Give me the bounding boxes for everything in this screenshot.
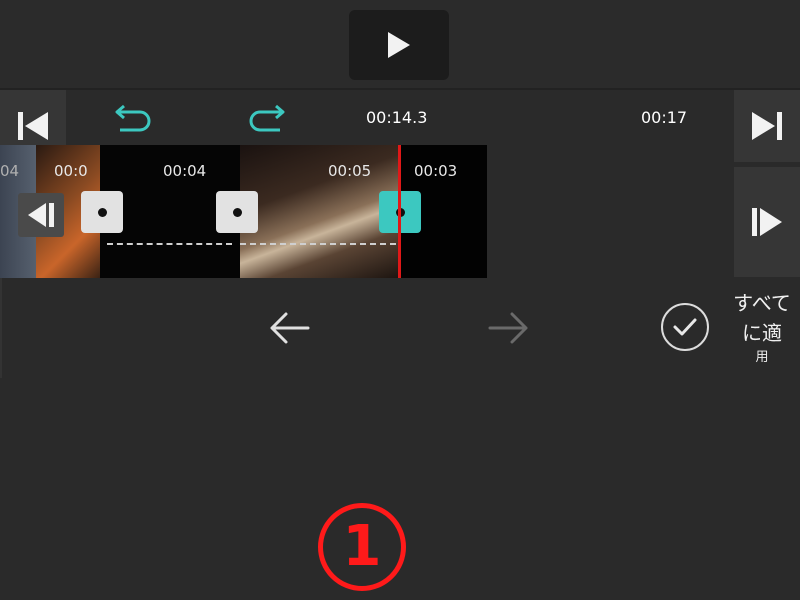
clip-label: 04 — [0, 162, 20, 180]
previous-keyframe-icon — [28, 203, 54, 227]
annotation-marker: ①1 — [318, 503, 406, 591]
apply-all-label-line2: に適 — [742, 321, 782, 345]
cat-clip-thumbnail — [240, 145, 400, 278]
apply-button[interactable] — [661, 303, 709, 351]
apply-all-label-line3: 用 — [755, 350, 769, 365]
redo-icon — [249, 104, 285, 132]
keyframe-dot — [97, 207, 107, 217]
back-arrow-button[interactable] — [268, 308, 312, 352]
clip-label: 00:03 — [414, 162, 458, 180]
undo-button[interactable] — [114, 98, 154, 140]
apply-all-label-line1: すべて — [733, 291, 791, 315]
clip-label: 00:0 — [54, 162, 88, 180]
total-duration: 00:17 — [641, 108, 688, 127]
clip-label: 00:05 — [328, 162, 372, 180]
arrow-right-icon — [488, 312, 528, 344]
play-icon — [388, 32, 410, 58]
checkmark-icon — [673, 318, 697, 336]
clip-label: 00:04 — [163, 162, 207, 180]
current-time: 00:14.3 — [366, 108, 428, 127]
play-button[interactable] — [349, 10, 449, 80]
playhead[interactable] — [398, 145, 401, 278]
skip-to-end-icon — [752, 112, 782, 140]
keyframe-marker[interactable] — [81, 191, 123, 233]
skip-to-start-icon — [18, 112, 48, 140]
header-divider — [0, 88, 800, 90]
keyframe-track — [107, 243, 232, 245]
next-keyframe-icon — [752, 208, 782, 236]
apply-to-all-button[interactable]: すべて に適 用 — [724, 288, 800, 368]
redo-button[interactable] — [246, 98, 286, 140]
forward-arrow-button[interactable] — [486, 308, 530, 352]
keyframe-marker[interactable] — [216, 191, 258, 233]
jump-to-end-button[interactable] — [734, 90, 800, 162]
edge-divider — [0, 278, 2, 378]
next-keyframe-button[interactable] — [734, 167, 800, 277]
annotation-digit: 1 — [342, 514, 382, 579]
preview-header — [0, 0, 800, 88]
previous-keyframe-button[interactable] — [18, 193, 64, 237]
arrow-left-icon — [270, 312, 310, 344]
keyframe-track — [240, 243, 396, 245]
undo-icon — [115, 104, 151, 132]
keyframe-dot — [232, 207, 242, 217]
